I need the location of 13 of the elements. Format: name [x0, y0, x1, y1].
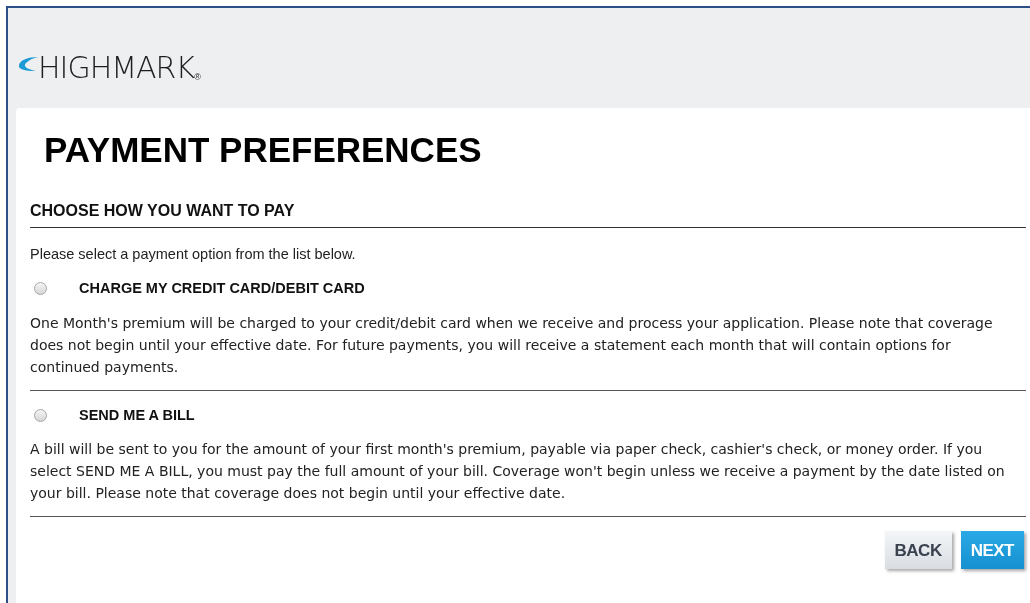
radio-button[interactable] [34, 282, 47, 296]
option-description: One Month's premium will be charged to your credit/debit card when we receive and process your application. Please note that coverage does not begin until your effective date. For future payments, you will receive a statement each month that will contain options for continued payments. [30, 311, 1026, 391]
back-button[interactable]: BACK [884, 531, 952, 570]
logo-wordmark: HIGHMARK [38, 53, 195, 83]
section-heading: CHOOSE HOW YOU WANT TO PAY [30, 201, 296, 221]
page-title: PAYMENT PREFERENCES [44, 132, 483, 167]
option-description: A bill will be sent to you for the amount of your first month's premium, payable via paper check, cashier's check, or money order. If you select SEND ME A BILL, you must pay the full amount of your bill. Coverage won't begin unless we receive a payment by the date listed on your bill. Please note that coverage does not begin until your effective date. [30, 438, 1026, 518]
registered-mark: ® [194, 73, 201, 82]
instruction-text: Please select a payment option from the list below. [30, 245, 357, 264]
swoosh-icon [18, 55, 38, 73]
option-label: SEND ME A BILL [79, 405, 195, 425]
radio-button[interactable] [34, 408, 47, 422]
option-label: CHARGE MY CREDIT CARD/DEBIT CARD [79, 278, 365, 298]
